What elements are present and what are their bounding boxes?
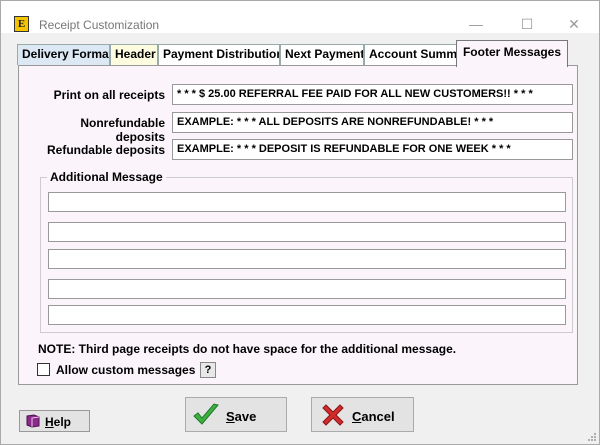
additional-line-1[interactable] xyxy=(48,192,566,212)
third-page-note: NOTE: Third page receipts do not have sp… xyxy=(38,342,457,356)
title-bar: E Receipt Customization — ☐ ✕ xyxy=(1,1,599,33)
additional-line-3[interactable] xyxy=(48,249,566,269)
receipt-customization-window: E Receipt Customization — ☐ ✕ Delivery F… xyxy=(0,0,600,445)
minimize-button[interactable]: — xyxy=(453,12,499,36)
tab-account-summary[interactable]: Account Summary xyxy=(364,44,462,65)
footer-messages-panel: Print on all receipts * * * $ 25.00 REFE… xyxy=(18,65,578,385)
app-logo-icon: E xyxy=(14,16,29,32)
refundable-input[interactable]: EXAMPLE: * * * DEPOSIT IS REFUNDABLE FOR… xyxy=(172,139,573,160)
cancel-button[interactable]: Cancel xyxy=(311,397,414,432)
save-button[interactable]: Save xyxy=(185,397,287,432)
close-button[interactable]: ✕ xyxy=(551,12,597,36)
print-all-label: Print on all receipts xyxy=(53,88,165,102)
additional-message-title: Additional Message xyxy=(47,170,166,184)
help-button[interactable]: Help xyxy=(19,410,90,432)
allow-custom-checkbox[interactable] xyxy=(37,363,50,376)
resize-grip-icon[interactable] xyxy=(587,432,597,442)
cancel-label: Cancel xyxy=(352,409,395,424)
save-label: Save xyxy=(226,409,257,424)
allow-custom-label: Allow custom messages xyxy=(56,363,196,377)
window-title: Receipt Customization xyxy=(39,18,160,32)
nonrefundable-input[interactable]: EXAMPLE: * * * ALL DEPOSITS ARE NONREFUN… xyxy=(172,112,573,133)
additional-line-4[interactable] xyxy=(48,279,566,299)
tab-header[interactable]: Header xyxy=(110,44,158,65)
additional-line-5[interactable] xyxy=(48,305,566,325)
print-all-input[interactable]: * * * $ 25.00 REFERRAL FEE PAID FOR ALL … xyxy=(172,84,573,105)
cancel-x-icon xyxy=(322,404,344,426)
help-book-icon xyxy=(26,414,40,428)
refundable-label: Refundable deposits xyxy=(46,143,165,157)
maximize-button[interactable]: ☐ xyxy=(504,12,550,36)
tab-footer-messages[interactable]: Footer Messages xyxy=(456,40,568,67)
tab-next-payment[interactable]: Next Payment xyxy=(280,44,364,65)
tab-strip: Delivery Format Header Payment Distribut… xyxy=(17,40,587,67)
additional-message-group: Additional Message xyxy=(40,170,573,333)
additional-line-2[interactable] xyxy=(48,222,566,242)
allow-custom-help-button[interactable]: ? xyxy=(200,362,216,378)
tab-payment-distribution[interactable]: Payment Distribution xyxy=(158,44,280,65)
help-label: Help xyxy=(45,415,72,429)
nonrefundable-label: Nonrefundable deposits xyxy=(80,116,165,144)
tab-delivery-format[interactable]: Delivery Format xyxy=(17,44,110,65)
check-icon xyxy=(193,403,219,425)
